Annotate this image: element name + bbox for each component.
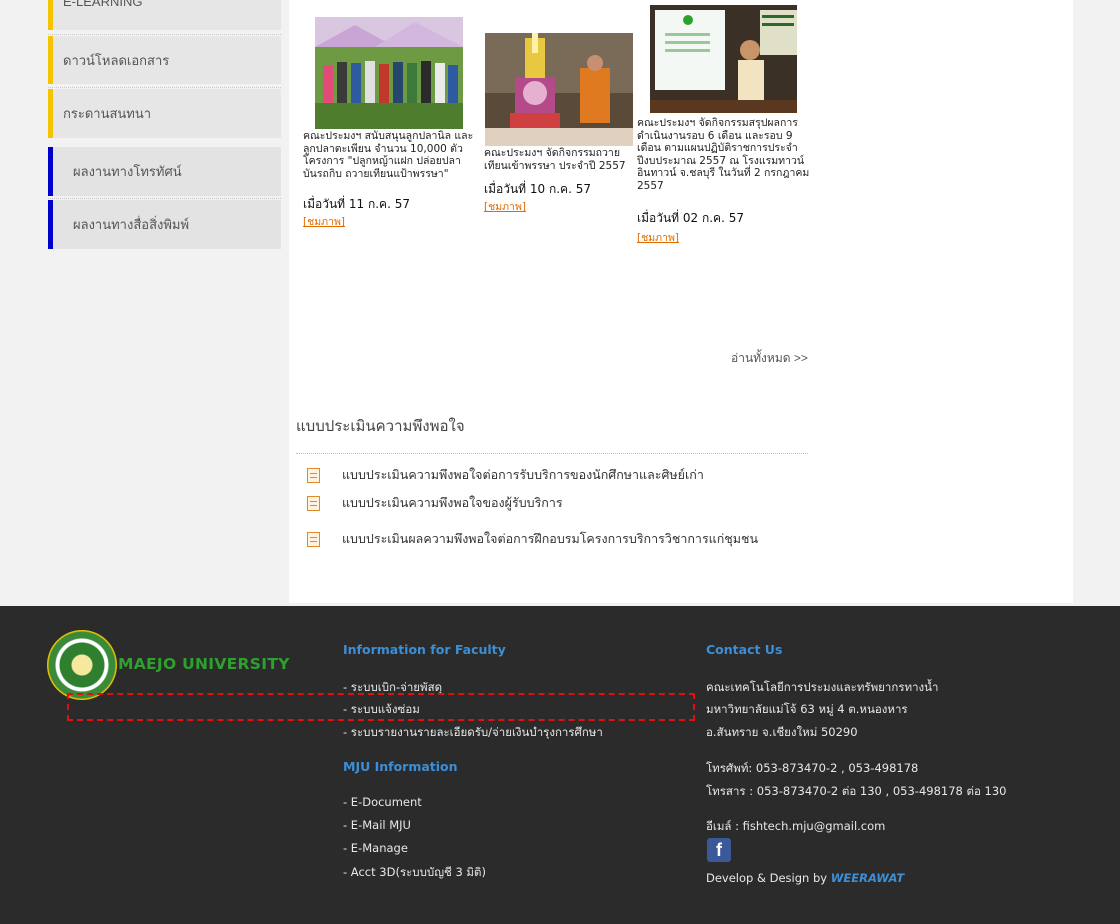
contact-address-line: มหาวิทยาลัยแม่โจ้ 63 หมู่ 4 ต.หนองหาร (706, 702, 908, 716)
news-photo[interactable] (650, 5, 797, 113)
news-photo[interactable] (315, 17, 463, 129)
survey-divider (296, 453, 808, 454)
footer-link-acct3d[interactable]: - Acct 3D(ระบบบัญชี 3 มิติ) (343, 864, 486, 882)
footer-link-email[interactable]: - E-Mail MJU (343, 818, 411, 832)
sidebar-item-label: ผลงานทางสื่อสิ่งพิมพ์ (73, 217, 190, 232)
sidebar-item-print-works[interactable]: ผลงานทางสื่อสิ่งพิมพ์ (48, 200, 281, 249)
document-icon (307, 531, 320, 547)
view-photos-link[interactable]: [ชมภาพ] (484, 198, 526, 215)
footer (0, 606, 1120, 924)
survey-link-label: แบบประเมินความพึงพอใจของผู้รับบริการ (342, 495, 563, 510)
news-date: เมื่อวันที่ 02 ก.ค. 57 (637, 211, 744, 225)
contact-email: อีเมล์ : fishtech.mju@gmail.com (706, 819, 886, 833)
read-all-link[interactable]: อ่านทั้งหมด >> (731, 349, 808, 368)
sidebar-item-downloads[interactable]: ดาวน์โหลดเอกสาร (48, 36, 281, 84)
highlight-annotation-box (67, 693, 695, 721)
sidebar-item-elearning[interactable]: E-LEARNING (48, 0, 281, 30)
developer-name-link[interactable]: WEERAWAT (831, 871, 904, 885)
news-caption[interactable]: คณะประมงฯ สนับสนุนลูกปลานิล และลูกปลาตะเ… (303, 130, 475, 180)
sidebar-item-forum[interactable]: กระดานสนทนา (48, 89, 281, 138)
footer-link-finance-report[interactable]: - ระบบรายงานรายละเอียดรับ/จ่ายเงินบำรุงก… (343, 724, 603, 742)
news-photo[interactable] (485, 33, 633, 146)
developer-credit: Develop & Design by WEERAWAT (706, 871, 904, 885)
survey-link-label: แบบประเมินผลความพึงพอใจต่อการฝึกอบรมโครง… (342, 531, 759, 546)
survey-section-title: แบบประเมินความพึงพอใจ (296, 417, 465, 435)
contact-address-line: อ.สันทราย จ.เชียงใหม่ 50290 (706, 725, 858, 739)
sidebar-item-tv-works[interactable]: ผลงานทางโทรทัศน์ (48, 147, 281, 196)
survey-link[interactable]: แบบประเมินความพึงพอใจของผู้รับบริการ (307, 494, 563, 512)
faculty-info-heading: Information for Faculty (343, 642, 506, 657)
contact-fax: โทรสาร : 053-873470-2 ต่อ 130 , 053-4981… (706, 784, 1007, 798)
footer-link-edocument[interactable]: - E-Document (343, 795, 422, 809)
view-photos-link[interactable]: [ชมภาพ] (303, 213, 345, 230)
sidebar-item-label: กระดานสนทนา (63, 106, 152, 121)
contact-address-line: คณะเทคโนโลยีการประมงและทรัพยากรทางน้ำ (706, 680, 939, 694)
sidebar-divider (48, 198, 281, 199)
survey-link-label: แบบประเมินความพึงพอใจต่อการรับบริการของน… (342, 467, 704, 482)
right-margin (1073, 0, 1120, 606)
view-photos-link[interactable]: [ชมภาพ] (637, 229, 679, 246)
footer-link-emanage[interactable]: - E-Manage (343, 841, 408, 855)
document-icon (307, 495, 320, 511)
survey-link[interactable]: แบบประเมินความพึงพอใจต่อการรับบริการของน… (307, 466, 704, 484)
news-date: เมื่อวันที่ 10 ก.ค. 57 (484, 182, 591, 196)
contact-heading: Contact Us (706, 642, 783, 657)
sidebar-item-label: ผลงานทางโทรทัศน์ (73, 164, 182, 179)
sidebar-item-label: ดาวน์โหลดเอกสาร (63, 52, 170, 68)
sidebar-divider (48, 34, 281, 35)
developer-credit-prefix: Develop & Design by (706, 871, 831, 885)
news-caption[interactable]: คณะประมงฯ จัดกิจกรรมสรุปผลการดำเนินงานรอ… (637, 117, 815, 192)
document-icon (307, 467, 320, 483)
mju-info-heading: MJU Information (343, 759, 458, 774)
sidebar-item-label: E-LEARNING (63, 0, 143, 9)
university-name-logo[interactable]: MAEJO UNIVERSITY (118, 655, 290, 673)
university-seal-logo[interactable] (47, 630, 117, 700)
news-date: เมื่อวันที่ 11 ก.ค. 57 (303, 197, 410, 211)
contact-phone: โทรศัพท์: 053-873470-2 , 053-498178 (706, 761, 919, 775)
facebook-icon[interactable]: f (707, 838, 731, 862)
survey-link[interactable]: แบบประเมินผลความพึงพอใจต่อการฝึกอบรมโครง… (307, 530, 758, 548)
sidebar-divider (48, 87, 281, 88)
news-caption[interactable]: คณะประมงฯ จัดกิจกรรมถวายเทียนเข้าพรรษา ป… (484, 147, 634, 172)
